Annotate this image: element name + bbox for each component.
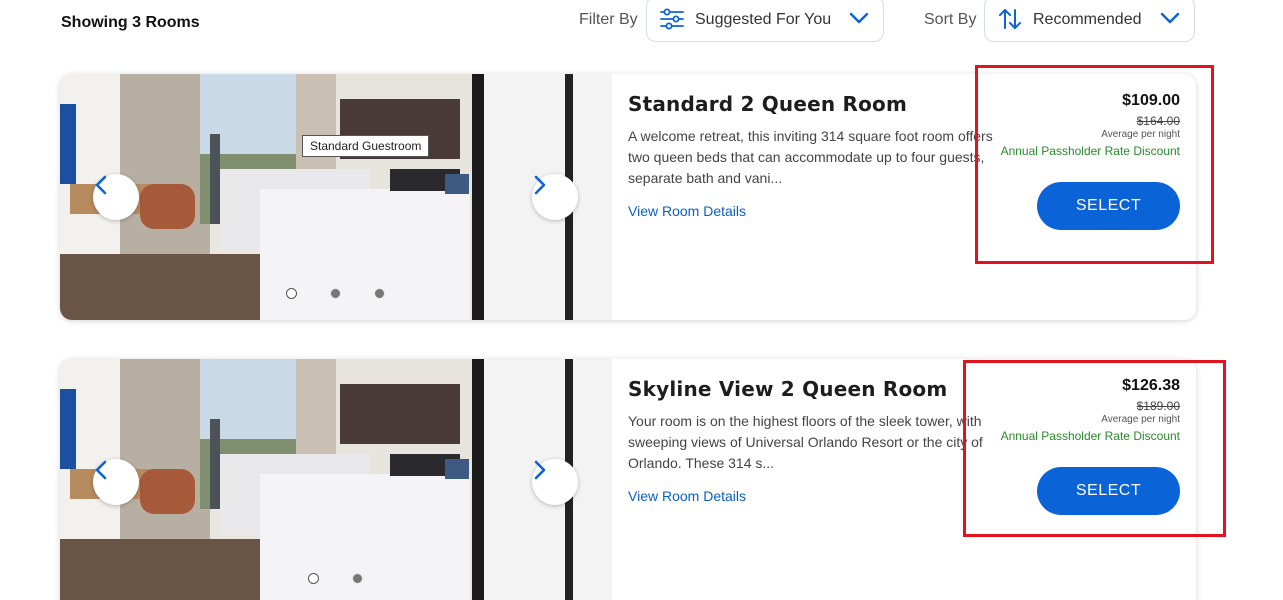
room-description: Your room is on the highest floors of th…	[628, 413, 983, 471]
filter-label: Filter By	[579, 11, 638, 28]
room-info: Standard 2 Queen Room A welcome retreat,…	[628, 92, 1008, 221]
room-title: Skyline View 2 Queen Room	[628, 377, 948, 401]
sliders-icon	[660, 8, 684, 30]
filter-value: Suggested For You	[695, 11, 832, 28]
room-photo-image	[60, 74, 612, 320]
results-count: Showing 3 Rooms	[61, 14, 200, 31]
highlight-box	[963, 360, 1226, 537]
room-description: A welcome retreat, this inviting 314 squ…	[628, 128, 993, 186]
photo-tooltip: Standard Guestroom	[302, 135, 430, 157]
carousel-dot[interactable]	[352, 573, 363, 584]
view-room-details-link[interactable]: View Room Details	[628, 488, 746, 504]
sort-arrows-icon	[999, 9, 1021, 29]
carousel-dots	[60, 288, 612, 300]
carousel-dot[interactable]	[374, 288, 385, 299]
carousel-dot[interactable]	[286, 288, 297, 299]
room-info: Skyline View 2 Queen Room Your room is o…	[628, 377, 1008, 506]
carousel-next-button[interactable]	[532, 459, 578, 505]
room-photo-image	[60, 359, 612, 600]
carousel-dot[interactable]	[330, 288, 341, 299]
chevron-left-icon	[95, 175, 107, 195]
carousel-prev-button[interactable]	[93, 459, 139, 505]
room-title: Standard 2 Queen Room	[628, 92, 908, 116]
results-toolbar: Showing 3 Rooms Filter By Suggested For …	[0, 0, 1283, 60]
room-photo[interactable]	[60, 359, 612, 600]
carousel-prev-button[interactable]	[93, 174, 139, 220]
chevron-down-icon	[1160, 12, 1180, 24]
sort-value: Recommended	[1033, 11, 1142, 28]
sort-dropdown[interactable]: Recommended	[984, 0, 1195, 42]
chevron-down-icon	[849, 12, 869, 24]
chevron-left-icon	[95, 460, 107, 480]
view-room-details-link[interactable]: View Room Details	[628, 203, 746, 219]
sort-label: Sort By	[924, 11, 977, 28]
carousel-dot[interactable]	[308, 573, 319, 584]
room-photo[interactable]: Standard Guestroom	[60, 74, 612, 320]
carousel-next-button[interactable]	[532, 174, 578, 220]
carousel-dots	[60, 573, 612, 585]
filter-dropdown[interactable]: Suggested For You	[646, 0, 884, 42]
highlight-box	[975, 65, 1214, 264]
chevron-right-icon	[534, 460, 546, 480]
chevron-right-icon	[534, 175, 546, 195]
